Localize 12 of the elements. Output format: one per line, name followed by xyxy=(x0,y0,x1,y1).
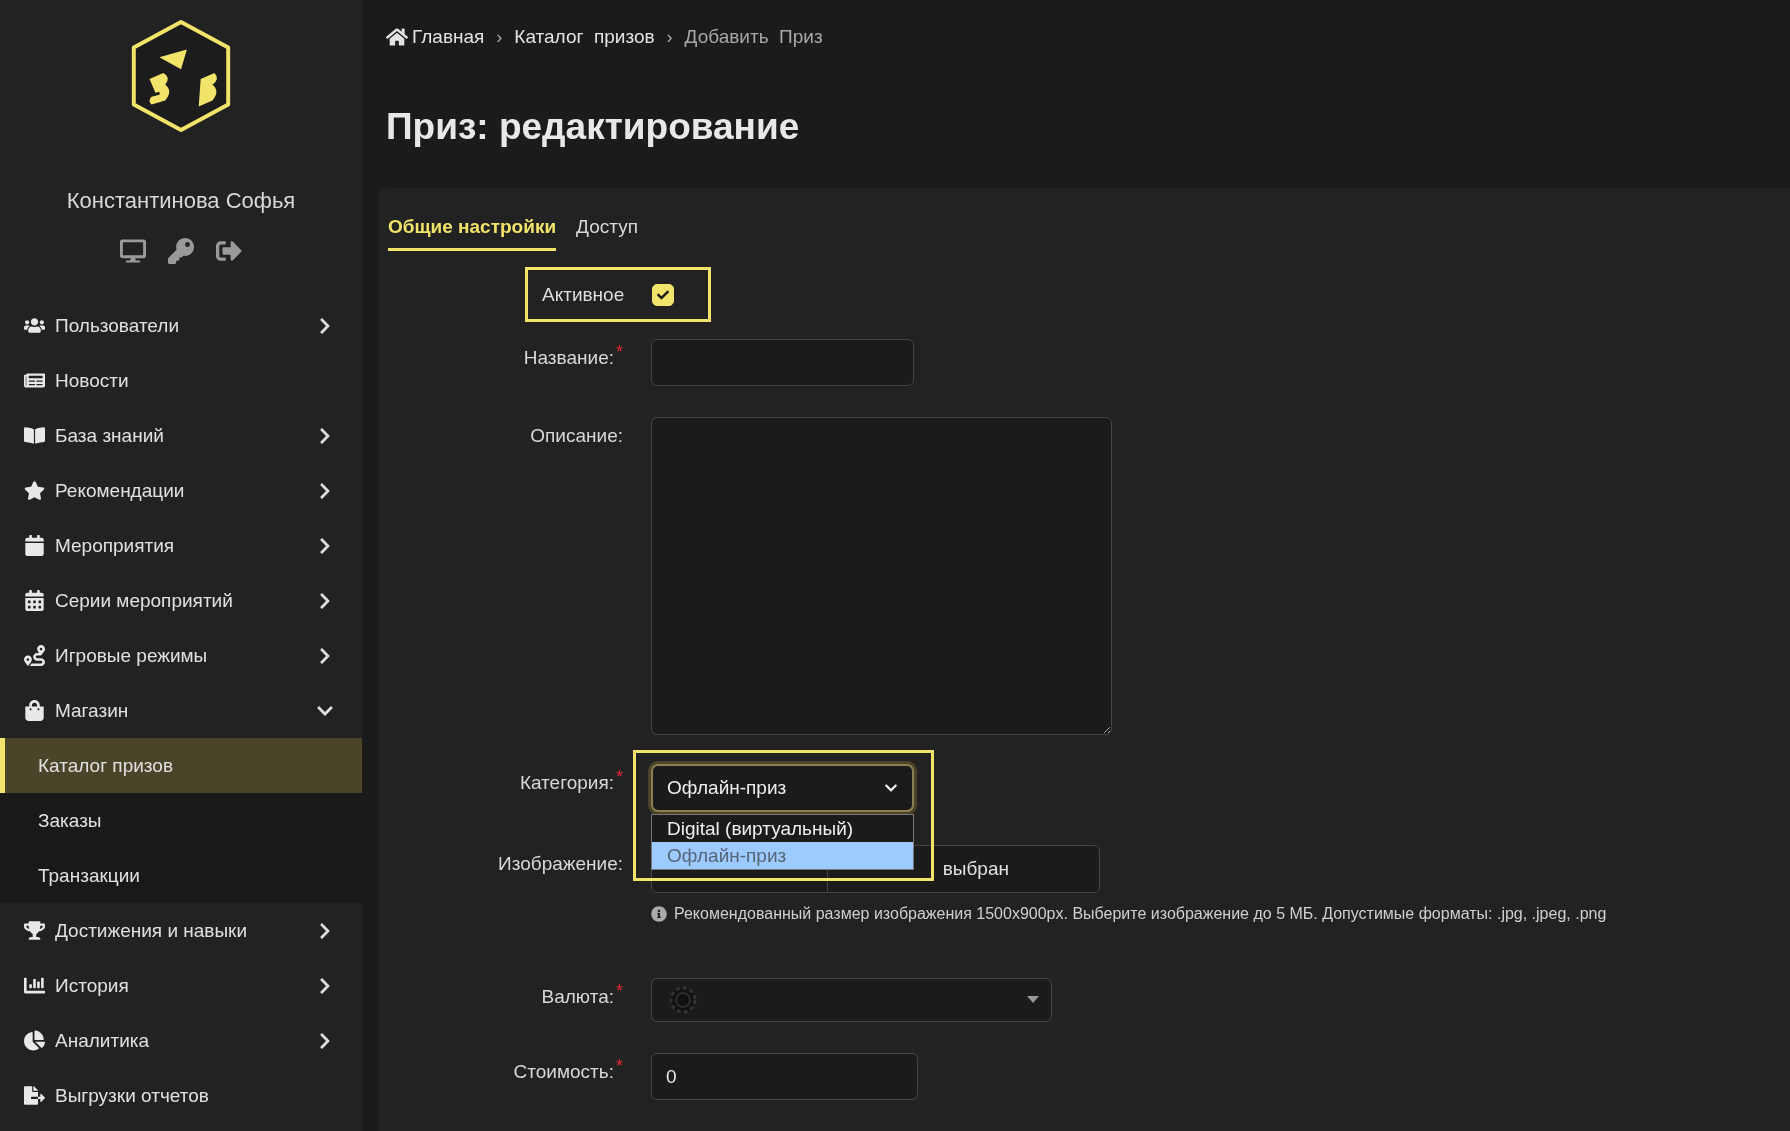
field-label: Изображение: xyxy=(497,852,623,875)
breadcrumb-separator: › xyxy=(666,26,673,48)
field-label: Активное xyxy=(542,283,625,306)
required-mark: * xyxy=(616,767,623,787)
required-mark: * xyxy=(616,981,623,1001)
required-mark: * xyxy=(616,342,623,362)
breadcrumb-separator: › xyxy=(496,26,503,48)
field-label: Описание: xyxy=(529,424,623,447)
hint-text: Рекомендованный размер изображения 1500x900px. Выберите изображение до 5 МБ. Допустимые форматы: .jpg, .jpeg, .png xyxy=(674,905,1607,923)
required-mark: * xyxy=(616,1056,623,1076)
user-name: Константинова Софья xyxy=(65,188,297,214)
page-title: Приз: редактирование xyxy=(386,106,801,148)
